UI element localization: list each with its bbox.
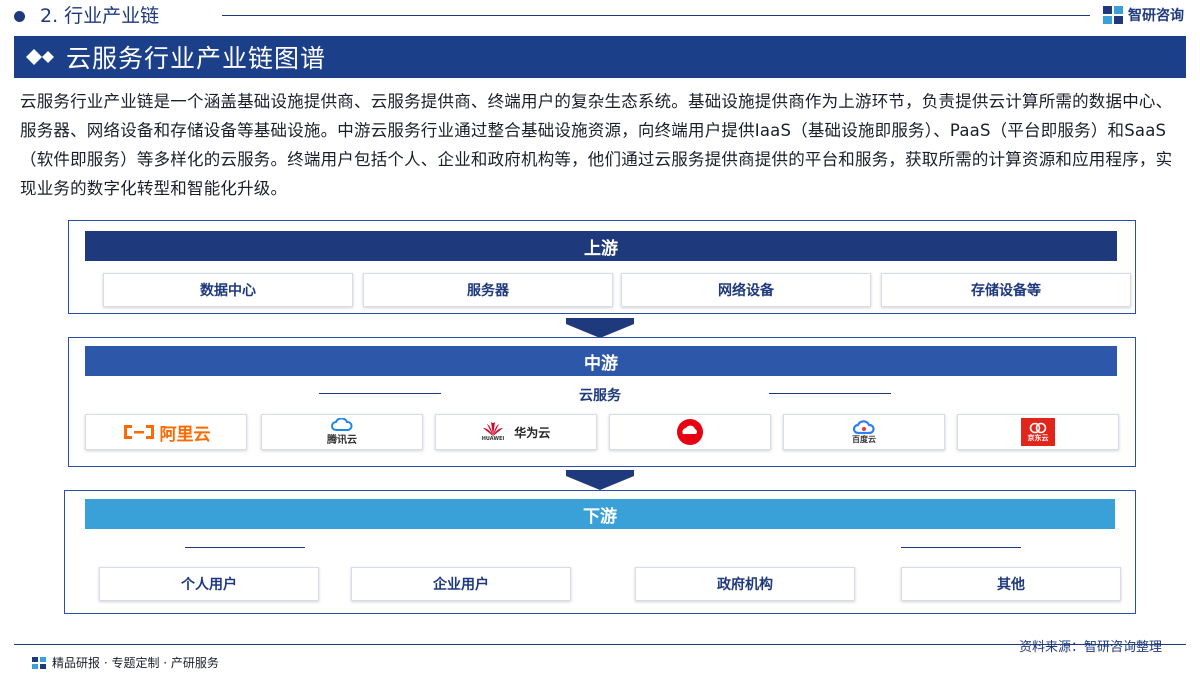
section-bullet (14, 11, 25, 22)
divider-line (319, 393, 441, 394)
flow-arrow-down (566, 470, 634, 490)
downstream-panel: 下游 个人用户 企业用户 政府机构 其他 (64, 490, 1136, 614)
divider-line (901, 547, 1021, 548)
tencent-cloud-logo-icon (331, 418, 353, 431)
downstream-item: 个人用户 (99, 567, 319, 601)
aliyun-logo-icon (123, 425, 154, 439)
upstream-title: 上游 (584, 238, 618, 259)
source-note: 资料来源：智研咨询整理 (1018, 640, 1162, 655)
downstream-item-label: 个人用户 (181, 577, 237, 593)
brand-small-icon (32, 656, 46, 669)
header-divider (222, 15, 1090, 16)
downstream-item-label: 企业用户 (433, 577, 489, 593)
upstream-item-label: 网络设备 (718, 283, 774, 299)
downstream-header: 下游 (85, 499, 1115, 529)
footer-divider (14, 644, 1186, 645)
footer-tagline: 精品研报 · 专题定制 · 产研服务 (32, 654, 219, 671)
upstream-header: 上游 (85, 231, 1117, 261)
section-title: 2. 行业产业链 (40, 5, 160, 27)
jd-cloud-label: 京东云 (1027, 434, 1049, 442)
kingsoft-cloud-logo-icon (677, 419, 703, 445)
aliyun-label: 阿里云 (159, 424, 211, 445)
upstream-item: 存储设备等 (881, 273, 1131, 307)
huawei-cloud-label: 华为云 (514, 425, 551, 440)
midstream-title: 中游 (584, 353, 618, 374)
downstream-item: 其他 (901, 567, 1121, 601)
upstream-item: 数据中心 (103, 273, 353, 307)
logo-huawei-cloud: HUAWEI 华为云 (435, 414, 597, 450)
logo-jd-cloud: 京东云 (957, 414, 1119, 450)
description-paragraph: 云服务行业产业链是一个涵盖基础设施提供商、云服务提供商、终端用户的复杂生态系统。… (20, 92, 1173, 198)
brand-name: 智研咨询 (1128, 8, 1184, 24)
page-title: 云服务行业产业链图谱 (66, 44, 327, 73)
huawei-wordmark: HUAWEI (481, 436, 505, 442)
downstream-title: 下游 (583, 506, 617, 527)
title-banner: 云服务行业产业链图谱 (14, 36, 1186, 78)
footer-tagline-text: 精品研报 · 专题定制 · 产研服务 (52, 656, 219, 670)
upstream-item-label: 数据中心 (200, 283, 256, 299)
tencent-cloud-label: 腾讯云 (327, 435, 357, 446)
downstream-item-label: 其他 (997, 577, 1025, 593)
divider-line (769, 393, 891, 394)
upstream-item-label: 服务器 (467, 283, 509, 299)
upstream-panel: 上游 数据中心 服务器 网络设备 存储设备等 (68, 220, 1136, 314)
midstream-header: 中游 (85, 346, 1117, 376)
huawei-logo-icon (482, 422, 503, 436)
jd-cloud-logo-icon (1029, 422, 1047, 434)
upstream-item-label: 存储设备等 (971, 283, 1041, 299)
midstream-panel: 中游 云服务 阿里云 腾讯云 HUAWEI 华为云 百度云 京东云 (68, 337, 1136, 467)
logo-tencent-cloud: 腾讯云 (261, 414, 423, 450)
flow-arrow-down (566, 318, 634, 338)
divider-line (185, 547, 305, 548)
diamond-bullets-icon (26, 49, 54, 65)
downstream-item-label: 政府机构 (717, 577, 773, 593)
downstream-item: 企业用户 (351, 567, 571, 601)
logo-kingsoft-cloud (609, 414, 771, 450)
downstream-item: 政府机构 (635, 567, 855, 601)
logo-baidu-cloud: 百度云 (783, 414, 945, 450)
brand: 智研咨询 (1103, 5, 1184, 25)
midstream-subtitle: 云服务 (579, 388, 621, 404)
upstream-item: 网络设备 (621, 273, 871, 307)
brand-logo-icon (1103, 6, 1123, 24)
baidu-cloud-label: 百度云 (852, 434, 876, 444)
baidu-cloud-logo-icon (853, 419, 875, 434)
logo-aliyun: 阿里云 (85, 414, 247, 450)
upstream-item: 服务器 (363, 273, 613, 307)
